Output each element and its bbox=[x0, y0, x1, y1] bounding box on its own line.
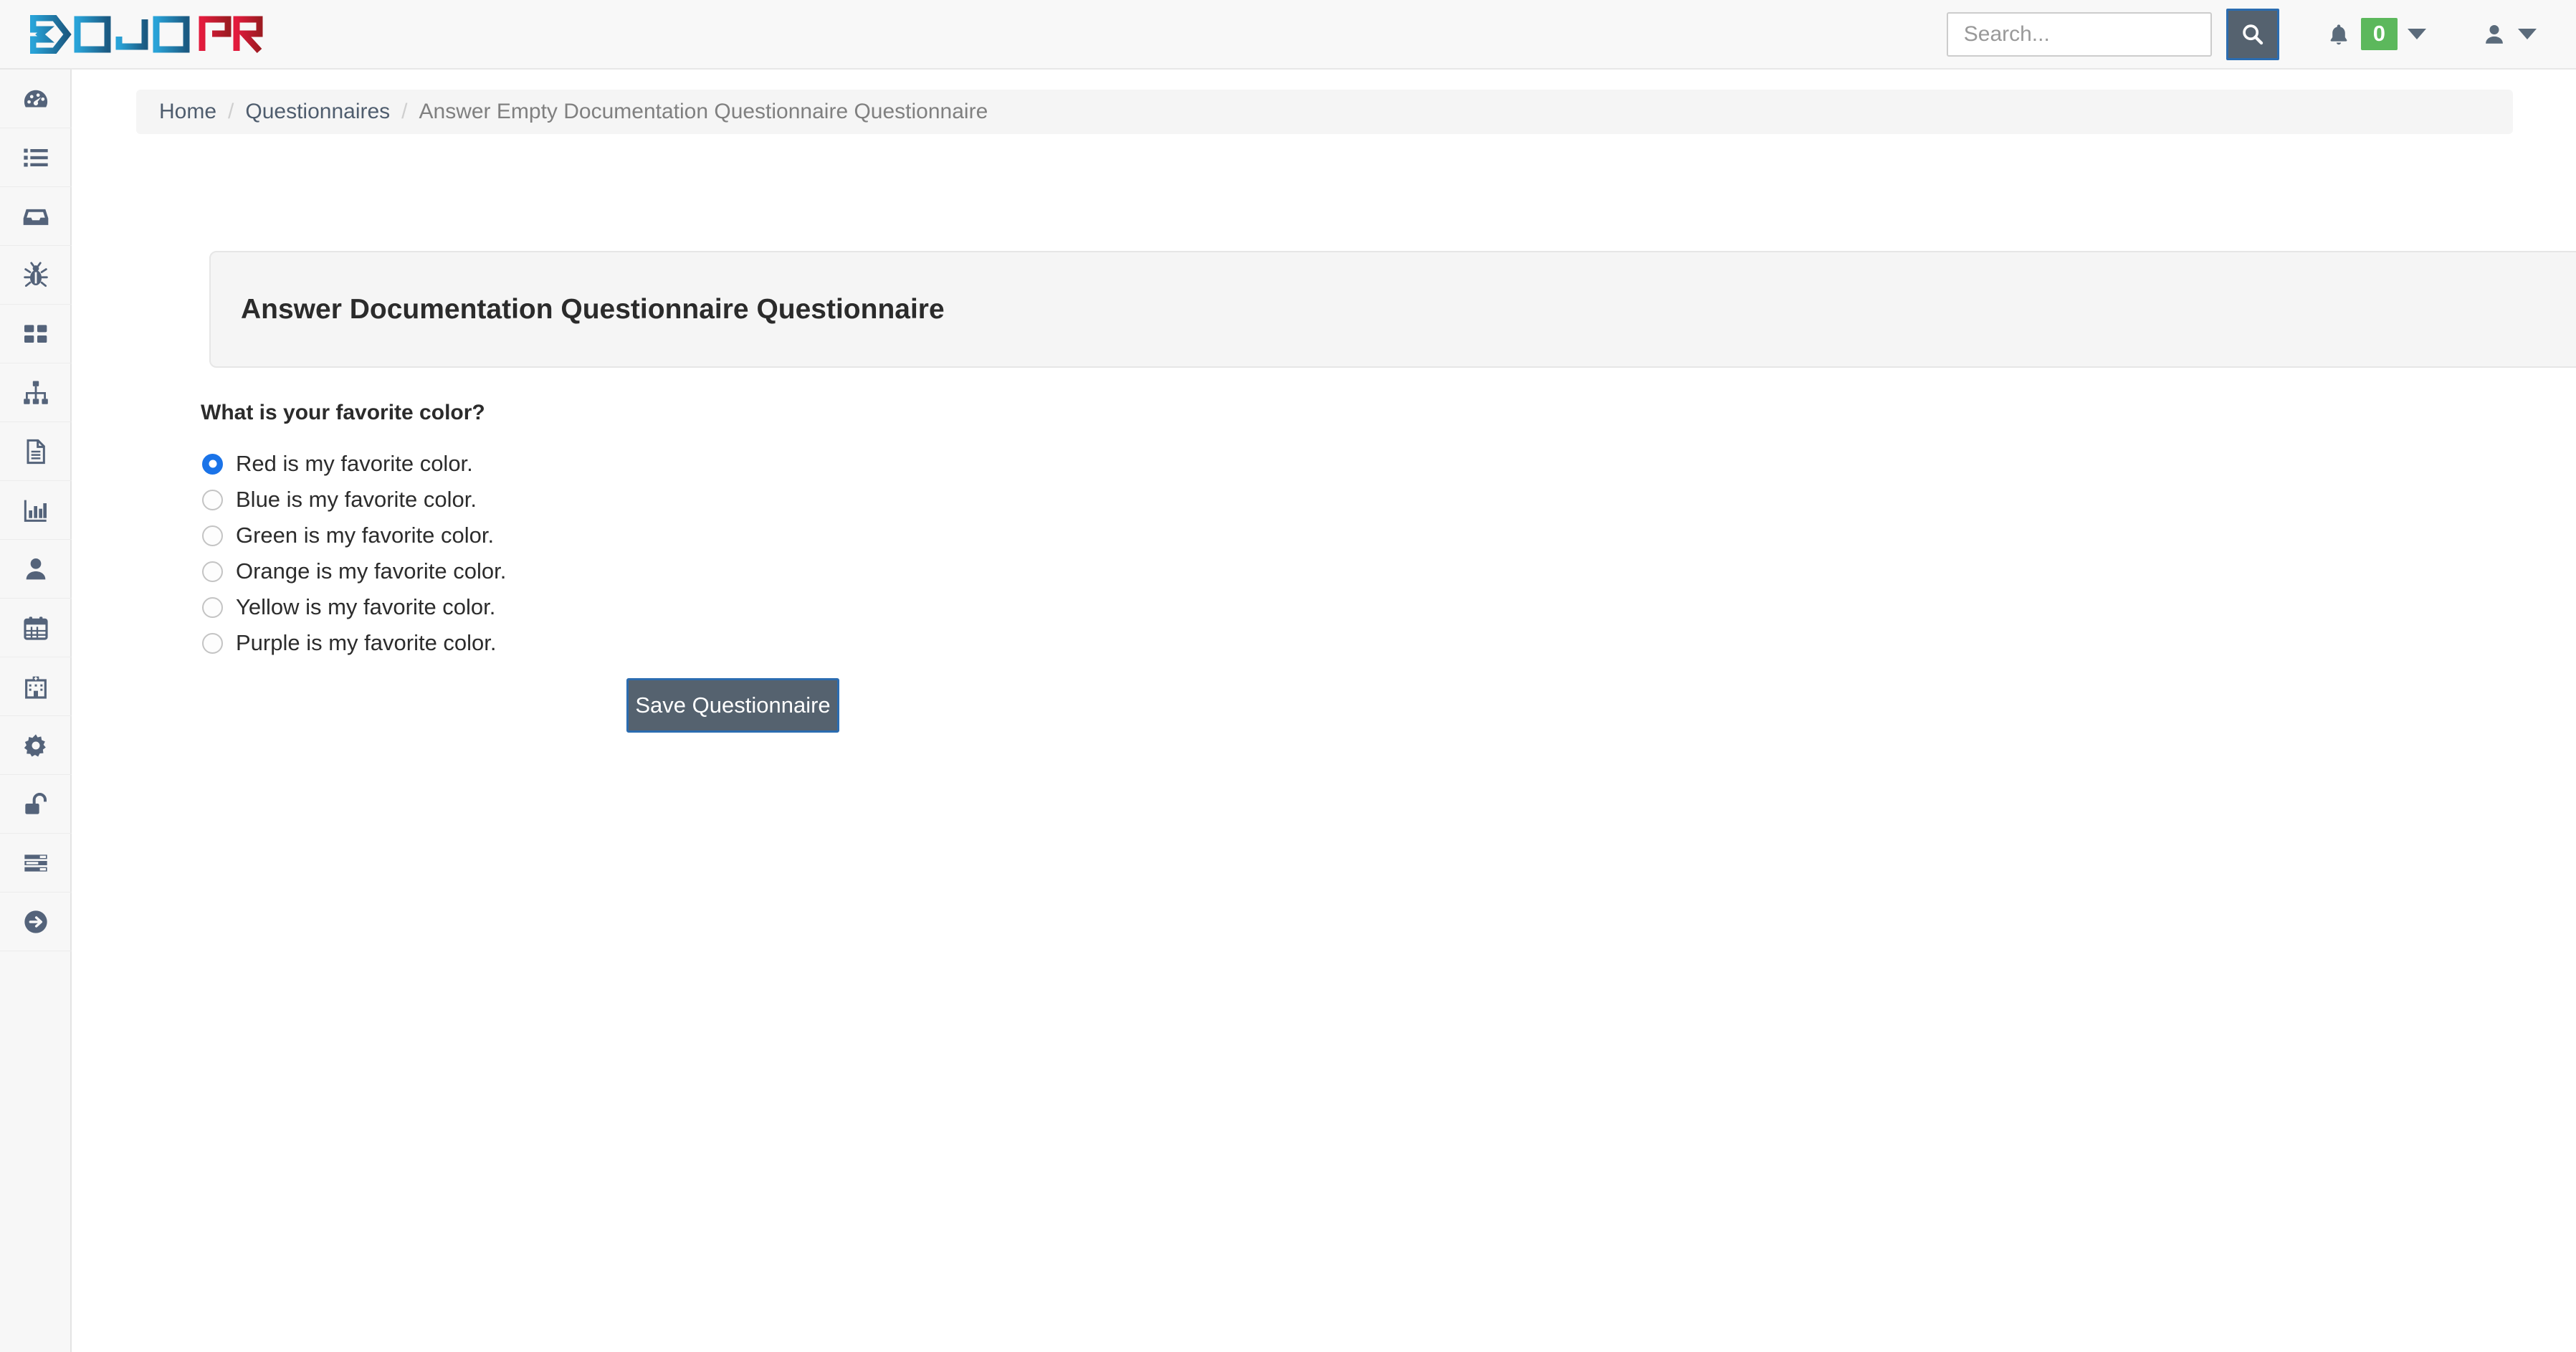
server-tasks-icon bbox=[24, 854, 47, 872]
user-icon bbox=[2486, 24, 2503, 44]
sidebar-item-tasks[interactable] bbox=[0, 834, 72, 892]
radio-label-purple: Purple is my favorite color. bbox=[236, 630, 497, 655]
sidebar-nav bbox=[0, 70, 72, 1352]
file-text-icon bbox=[27, 439, 45, 464]
breadcrumb-item-questionnaires[interactable]: Questionnaires bbox=[245, 100, 390, 124]
breadcrumb-item-current: Answer Empty Documentation Questionnaire… bbox=[419, 100, 988, 123]
bell-icon bbox=[2330, 24, 2347, 44]
search-icon bbox=[2243, 24, 2263, 44]
breadcrumb-item-home[interactable]: Home bbox=[159, 100, 216, 124]
sidebar-item-list[interactable] bbox=[0, 128, 72, 187]
sidebar-item-components[interactable] bbox=[0, 305, 72, 363]
save-questionnaire-button[interactable]: Save Questionnaire bbox=[626, 678, 839, 733]
radio-option-purple[interactable]: Purple is my favorite color. bbox=[202, 625, 506, 661]
radio-label-yellow: Yellow is my favorite color. bbox=[236, 594, 496, 619]
gear-icon bbox=[24, 733, 46, 756]
sidebar-item-metrics[interactable] bbox=[0, 481, 72, 540]
sidebar-item-inbox[interactable] bbox=[0, 187, 72, 246]
page-title: Answer Documentation Questionnaire Quest… bbox=[241, 293, 945, 325]
sidebar-item-settings[interactable] bbox=[0, 716, 72, 775]
breadcrumb-separator: / bbox=[401, 100, 408, 123]
radio-button-blue[interactable] bbox=[202, 489, 223, 510]
brand-logo[interactable] bbox=[30, 0, 267, 69]
arrow-circle-right-icon bbox=[24, 910, 47, 933]
radio-option-yellow[interactable]: Yellow is my favorite color. bbox=[202, 589, 506, 625]
sidebar-item-signout[interactable] bbox=[0, 892, 72, 951]
radio-option-red[interactable]: Red is my favorite color. bbox=[202, 446, 506, 482]
sidebar-item-organization[interactable] bbox=[0, 657, 72, 716]
sidebar-item-calendar[interactable] bbox=[0, 599, 72, 657]
unlock-icon bbox=[25, 792, 47, 814]
radio-option-orange[interactable]: Orange is my favorite color. bbox=[202, 553, 506, 589]
dojopro-logo-icon bbox=[30, 14, 263, 54]
bar-chart-icon bbox=[24, 500, 47, 522]
breadcrumb-separator: / bbox=[228, 100, 234, 123]
sidebar-item-dashboard[interactable] bbox=[0, 70, 72, 128]
radio-label-red: Red is my favorite color. bbox=[236, 451, 473, 476]
notifications-menu[interactable]: 0 bbox=[2327, 18, 2426, 50]
list-icon bbox=[24, 148, 48, 166]
radio-label-green: Green is my favorite color. bbox=[236, 523, 495, 548]
top-navbar: 0 bbox=[0, 0, 2576, 70]
sidebar-item-documents[interactable] bbox=[0, 422, 72, 481]
sidebar-item-users[interactable] bbox=[0, 540, 72, 599]
user-menu[interactable] bbox=[2482, 22, 2537, 47]
radio-option-blue[interactable]: Blue is my favorite color. bbox=[202, 482, 506, 518]
inbox-icon bbox=[23, 209, 49, 225]
sidebar-item-sitemap[interactable] bbox=[0, 363, 72, 422]
radio-label-blue: Blue is my favorite color. bbox=[236, 487, 477, 512]
building-hospital-icon bbox=[25, 676, 47, 699]
search-input[interactable] bbox=[1946, 11, 2212, 57]
sidebar-item-findings[interactable] bbox=[0, 246, 72, 305]
page-header-panel: Answer Documentation Questionnaire Quest… bbox=[209, 251, 2576, 368]
bug-icon bbox=[24, 261, 48, 287]
sitemap-icon bbox=[24, 381, 48, 404]
chevron-down-icon bbox=[2518, 29, 2537, 39]
breadcrumb: Home / Questionnaires / Answer Empty Doc… bbox=[136, 90, 2513, 134]
user-icon bbox=[26, 558, 46, 579]
answer-options-group: Red is my favorite color. Blue is my fav… bbox=[202, 446, 506, 661]
radio-label-orange: Orange is my favorite color. bbox=[236, 558, 507, 584]
radio-button-yellow[interactable] bbox=[202, 596, 223, 618]
radio-button-purple[interactable] bbox=[202, 632, 223, 654]
radio-button-red[interactable] bbox=[202, 453, 223, 475]
chevron-down-icon bbox=[2408, 29, 2426, 39]
notification-count-badge: 0 bbox=[2360, 18, 2398, 50]
grid-th-icon bbox=[24, 324, 47, 343]
question-label: What is your favorite color? bbox=[201, 401, 485, 424]
sidebar-item-credentials[interactable] bbox=[0, 775, 72, 834]
main-content: Home / Questionnaires / Answer Empty Doc… bbox=[73, 70, 2576, 1352]
radio-button-orange[interactable] bbox=[202, 561, 223, 582]
search-button[interactable] bbox=[2226, 8, 2279, 60]
radio-button-green[interactable] bbox=[202, 525, 223, 546]
tachometer-dashboard-icon bbox=[24, 90, 48, 108]
navbar-right-group: 0 bbox=[1946, 0, 2576, 68]
radio-option-green[interactable]: Green is my favorite color. bbox=[202, 518, 506, 553]
calendar-icon bbox=[24, 616, 48, 640]
